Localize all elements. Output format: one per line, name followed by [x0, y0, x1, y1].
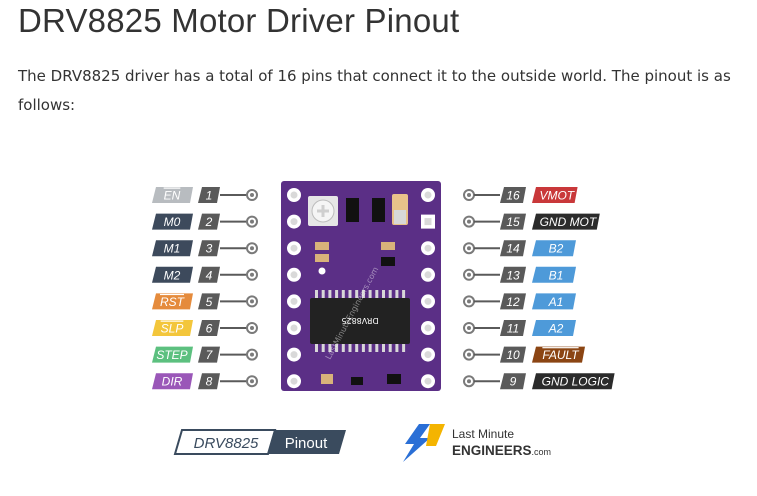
pin-label: FAULT: [542, 348, 580, 362]
pin-number: 1: [206, 189, 213, 203]
bolt-icon: [403, 424, 430, 462]
pin-number: 5: [206, 295, 213, 309]
chip-pin: [388, 290, 392, 298]
pin-label: GND MOT: [540, 215, 598, 229]
pin-number: 15: [506, 215, 520, 229]
component-6: [387, 374, 401, 384]
component-5: [351, 377, 363, 385]
caption-word: Pinout: [285, 435, 328, 452]
pin-label: B1: [549, 268, 564, 282]
chip-pin: [402, 344, 406, 352]
chip-pin: [375, 290, 379, 298]
caption-badge: DRV8825 Pinout: [173, 429, 346, 455]
pin-row-5: RST 5: [152, 293, 258, 310]
caption-part: DRV8825: [194, 435, 259, 452]
pin-number: 6: [206, 322, 213, 336]
chip-pin: [321, 344, 325, 352]
pin-number: 2: [205, 215, 213, 229]
pin-row-9: 9 GND LOGIC: [463, 373, 615, 390]
component-1: [346, 198, 359, 222]
pin-row-3: M1 3: [152, 240, 258, 257]
pinout-diagram: EN 1 M0 2 M1 3 M2 4 RST 5 SLP 6 STEP 7 DIR 8 16 VMOT 15 GN…: [152, 181, 615, 462]
chip-pin: [315, 290, 318, 298]
pin-row-6: SLP 6: [152, 320, 258, 336]
pin-row-10: 10 FAULT: [463, 346, 585, 363]
chip-pin: [375, 344, 379, 352]
right-pin-group: 16 VMOT 15 GND MOT 14 B2 13 B1 12 A1 11 A2 10 FAULT 9 G…: [463, 187, 615, 390]
pin-label: DIR: [162, 375, 183, 389]
pin-label: B2: [549, 242, 564, 256]
component-3: [381, 257, 395, 266]
pin-number: 3: [206, 242, 213, 256]
pin-label: GND LOGIC: [542, 375, 610, 389]
component-4: [321, 374, 333, 384]
resistor-3: [381, 242, 395, 250]
pin-number: 10: [506, 348, 520, 362]
chip-pin: [348, 290, 352, 298]
pin-row-8: DIR 8: [152, 373, 258, 390]
chip-pin: [368, 290, 372, 298]
pin-label: RST: [160, 295, 186, 309]
driver-board: DRV8825 LastMinuteEngineers.com: [281, 181, 441, 391]
pin-label: M1: [164, 242, 181, 256]
pin-row-7: STEP 7: [152, 346, 258, 363]
pin-number: 16: [506, 189, 520, 203]
logo-line2: ENGINEERS.com: [452, 443, 551, 458]
pin-label: A1: [548, 295, 564, 309]
pin-label: M2: [164, 268, 181, 282]
chip-pin: [382, 290, 385, 298]
pin-label: M0: [164, 215, 181, 229]
pin-label: A2: [548, 322, 564, 336]
pin-label: STEP: [156, 348, 187, 362]
chip-pin: [321, 290, 325, 298]
left-pin-group: EN 1 M0 2 M1 3 M2 4 RST 5 SLP 6 STEP 7 DIR 8: [152, 187, 258, 390]
logo-line1: Last Minute: [452, 427, 514, 441]
site-logo: Last Minute ENGINEERS.com: [403, 424, 551, 462]
pin-row-11: 11 A2: [463, 320, 576, 336]
resistor-2: [315, 254, 329, 262]
chip-pin: [382, 344, 385, 352]
chip-pin: [341, 344, 345, 352]
chip-pin: [341, 290, 345, 298]
logo-accent-icon: [426, 424, 445, 446]
pin-label: VMOT: [539, 189, 575, 203]
pin-row-14: 14 B2: [463, 240, 576, 257]
pin-label: SLP: [161, 322, 184, 336]
chip-pin: [335, 290, 339, 298]
pin-number: 4: [206, 268, 213, 282]
pin-number: 12: [506, 295, 520, 309]
component-2: [372, 198, 385, 222]
chip-pin: [355, 344, 359, 352]
chip-pin: [395, 290, 399, 298]
pin-number: 9: [510, 375, 517, 389]
pin-row-4: M2 4: [152, 266, 258, 283]
pin-row-15: 15 GND MOT: [463, 213, 600, 230]
chip-pin: [361, 344, 365, 352]
pin-row-13: 13 B1: [463, 266, 576, 283]
pin-number: 8: [206, 375, 213, 389]
potentiometer: [308, 196, 338, 226]
chip-pin: [395, 344, 399, 352]
pin-number: 13: [506, 268, 520, 282]
chip-pin: [368, 344, 372, 352]
resistor-1: [315, 242, 329, 250]
chip-pin: [315, 344, 318, 352]
chip-pin: [388, 344, 392, 352]
chip-pin: [402, 290, 406, 298]
pin-number: 14: [506, 242, 520, 256]
pin-row-1: EN 1: [152, 187, 258, 203]
pin-row-12: 12 A1: [463, 293, 576, 310]
status-led: [318, 267, 326, 275]
pin-label: EN: [164, 189, 181, 203]
chip-pin: [328, 290, 332, 298]
pin-number: 11: [507, 322, 519, 336]
chip-pin: [348, 344, 352, 352]
pin-row-2: M0 2: [152, 213, 258, 230]
pin-row-16: 16 VMOT: [463, 187, 578, 203]
